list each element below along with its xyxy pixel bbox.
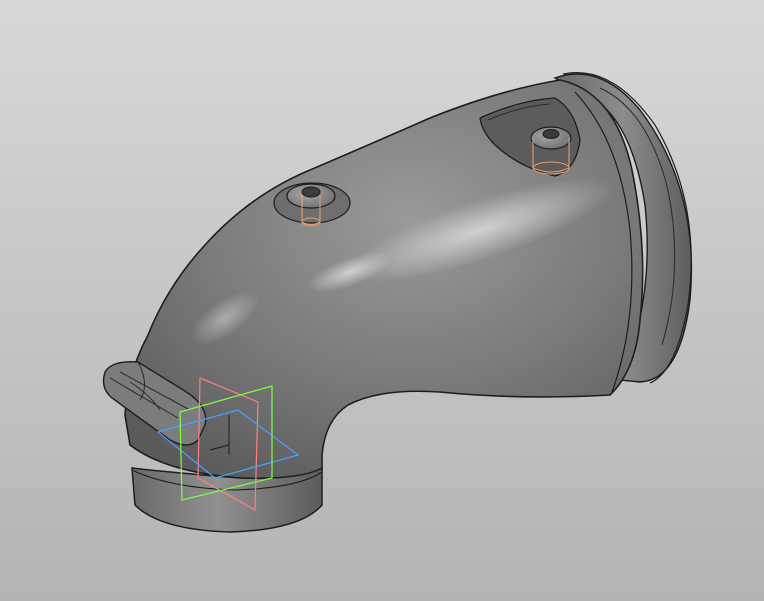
model-scene[interactable] — [0, 0, 764, 601]
3d-viewport[interactable] — [0, 0, 764, 601]
